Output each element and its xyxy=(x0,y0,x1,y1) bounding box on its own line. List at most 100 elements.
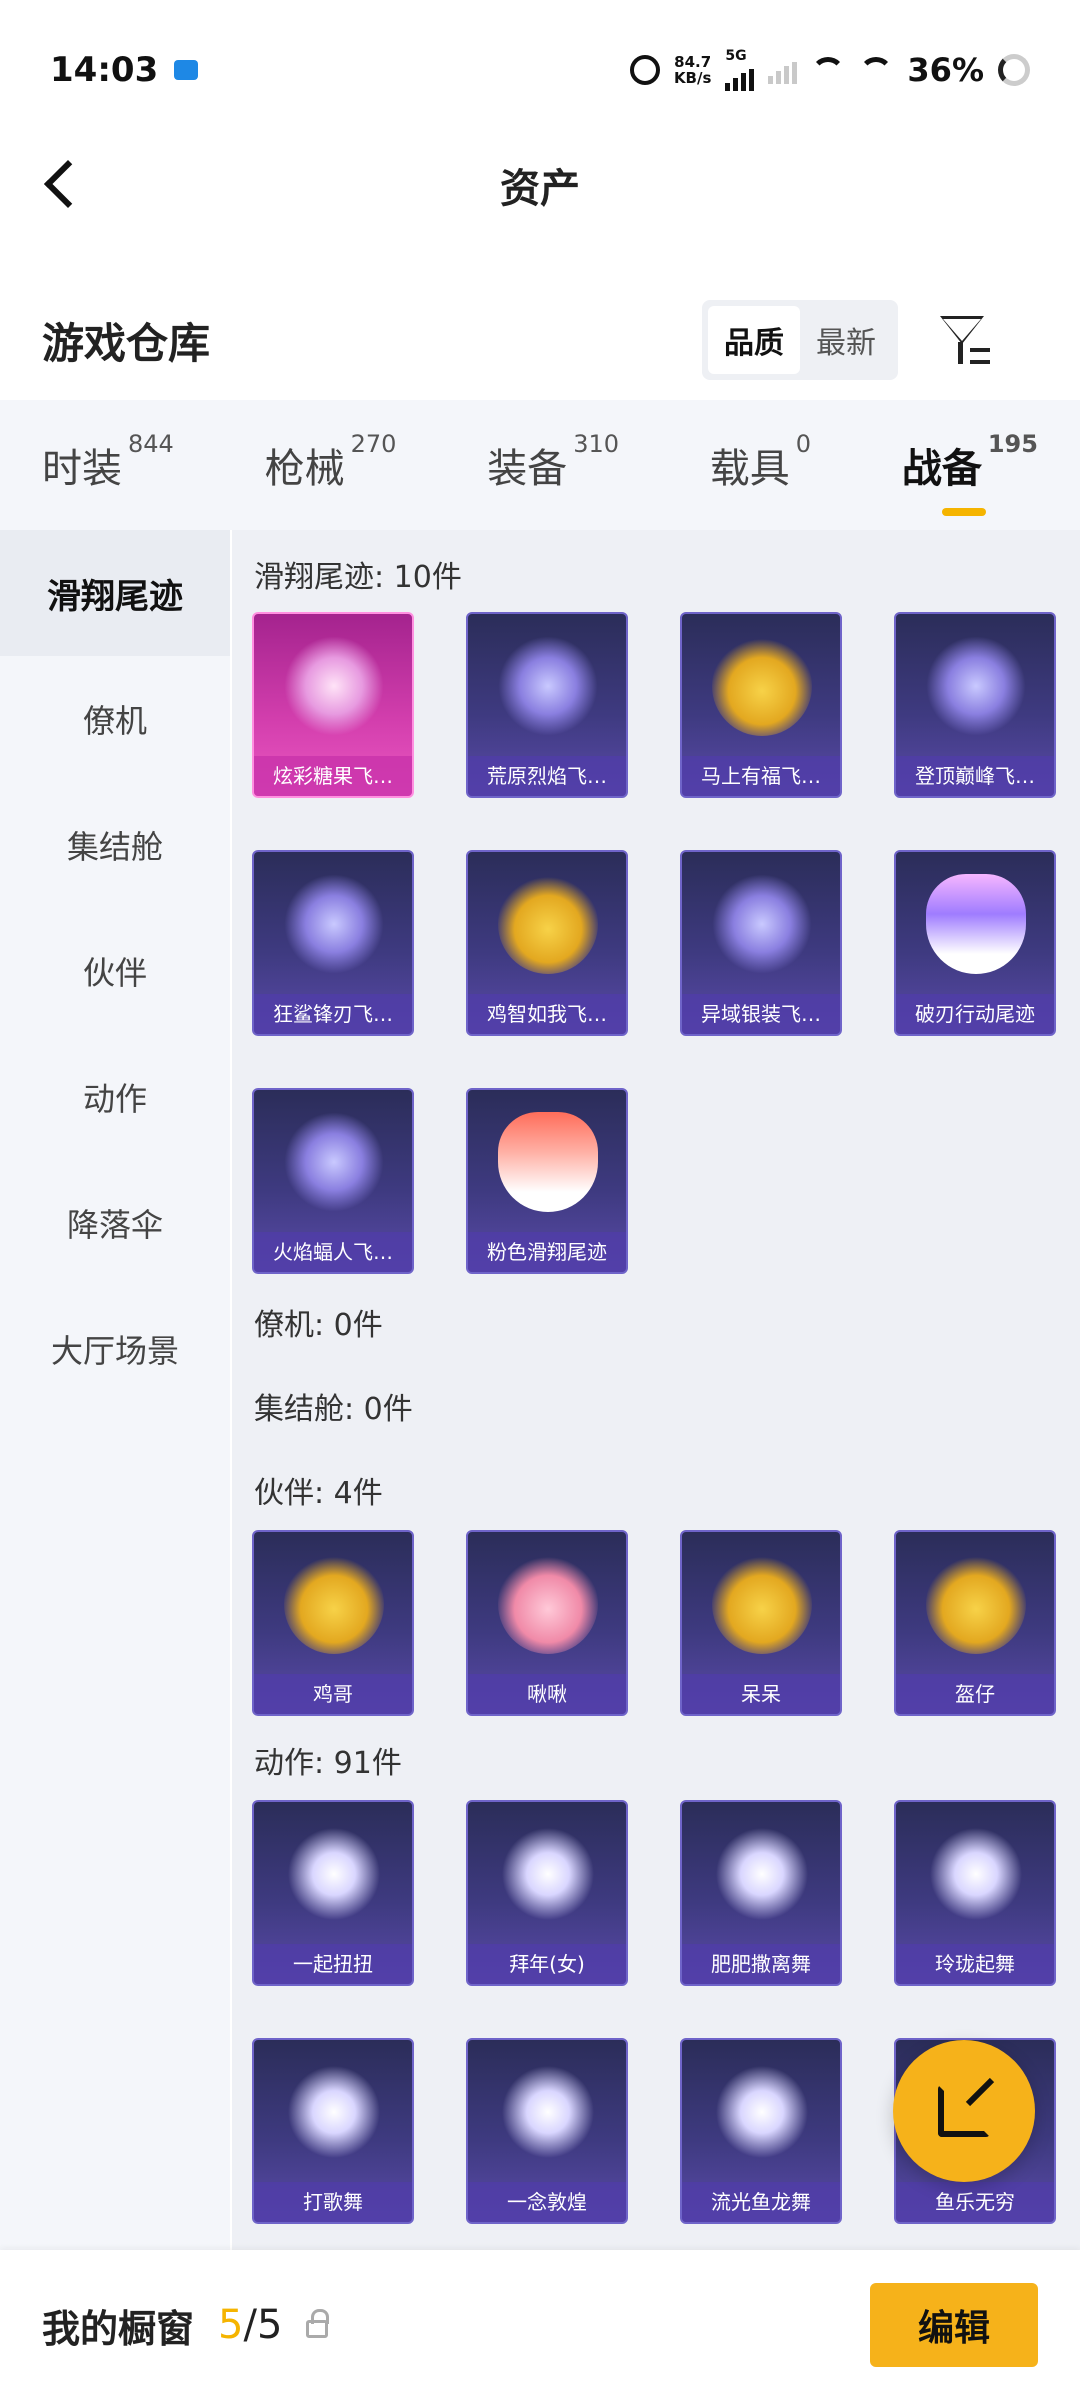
sidebar-item-glide-trail[interactable]: 滑翔尾迹 xyxy=(0,530,230,656)
showcase-total: /5 xyxy=(243,2302,283,2348)
item-label: 一念敦煌 xyxy=(468,2182,626,2222)
tab-label: 战备 xyxy=(901,446,982,492)
emote-art-icon xyxy=(284,2062,384,2162)
sidebar-item-rally-pod[interactable]: 集结舱 xyxy=(0,782,230,908)
item-card[interactable]: 鸡智如我飞… xyxy=(466,850,628,1036)
item-card[interactable]: 打歌舞 xyxy=(252,2038,414,2224)
item-card[interactable]: 呆呆 xyxy=(680,1530,842,1716)
item-label: 异域银装飞… xyxy=(682,994,840,1034)
item-card[interactable]: 荒原烈焰飞… xyxy=(466,612,628,798)
showcase-count: 5/5 xyxy=(218,2302,282,2348)
showcase-bar: 我的橱窗 5/5 编辑 xyxy=(0,2250,1080,2400)
item-label: 鱼乐无穷 xyxy=(896,2182,1054,2222)
signal-strength-secondary-icon xyxy=(768,56,798,84)
tab-label: 载具 xyxy=(709,446,790,492)
item-card[interactable]: 一念敦煌 xyxy=(466,2038,628,2224)
glide-trail-art-icon xyxy=(498,636,598,736)
item-grid-panel: 滑翔尾迹: 10件 炫彩糖果飞… 荒原烈焰飞… 马上有福飞… 登顶巅峰飞… 狂鲨… xyxy=(232,530,1080,2250)
item-card[interactable]: 异域银装飞… xyxy=(680,850,842,1036)
warehouse-title: 游戏仓库 xyxy=(42,318,211,368)
item-card[interactable]: 流光鱼龙舞 xyxy=(680,2038,842,2224)
item-label: 马上有福飞… xyxy=(682,756,840,796)
item-card[interactable]: 火焰蝠人飞… xyxy=(252,1088,414,1274)
filter-funnel-stem xyxy=(958,342,963,364)
sub-category-sidebar: 滑翔尾迹 僚机 集结舱 伙伴 动作 降落伞 大厅场景 xyxy=(0,530,230,2250)
showcase-current: 5 xyxy=(218,2302,244,2348)
item-label: 鸡智如我飞… xyxy=(468,994,626,1034)
network-speed-unit: KB/s xyxy=(673,69,712,87)
status-time: 14:03 xyxy=(50,50,159,90)
glide-trail-art-icon xyxy=(284,1112,384,1212)
item-label: 火焰蝠人飞… xyxy=(254,1232,412,1272)
showcase-label: 我的橱窗 xyxy=(42,2306,195,2351)
battery-ring-icon xyxy=(998,54,1030,86)
item-card[interactable]: 破刃行动尾迹 xyxy=(894,850,1056,1036)
item-card[interactable]: 狂鲨锋刃飞… xyxy=(252,850,414,1036)
glide-trail-art-icon xyxy=(712,874,812,974)
emote-art-icon xyxy=(498,1824,598,1924)
wifi-icon xyxy=(811,57,846,83)
item-card[interactable]: 马上有福飞… xyxy=(680,612,842,798)
warehouse-header: 游戏仓库 品质 最新 xyxy=(0,290,1080,390)
filter-button[interactable] xyxy=(938,310,998,370)
item-card[interactable]: 盔仔 xyxy=(894,1530,1056,1716)
tab-count: 0 xyxy=(795,430,812,458)
tab-fashion[interactable]: 时装 844 xyxy=(42,430,174,494)
item-card[interactable]: 肥肥撒离舞 xyxy=(680,1800,842,1986)
item-card[interactable]: 登顶巅峰飞… xyxy=(894,612,1056,798)
edit-button[interactable]: 编辑 xyxy=(870,2283,1038,2367)
item-card[interactable]: 鸡哥 xyxy=(252,1530,414,1716)
tab-equipment[interactable]: 装备 310 xyxy=(487,430,619,494)
emote-art-icon xyxy=(284,1824,384,1924)
emote-art-icon xyxy=(712,2062,812,2162)
signal-strength-icon xyxy=(725,63,755,91)
sidebar-item-emote[interactable]: 动作 xyxy=(0,1034,230,1160)
item-label: 啾啾 xyxy=(468,1674,626,1714)
back-button[interactable] xyxy=(30,154,93,214)
item-card[interactable]: 拜年(女) xyxy=(466,1800,628,1986)
tab-count: 195 xyxy=(987,430,1038,458)
tab-battle-prep[interactable]: 战备 195 xyxy=(901,430,1038,516)
glide-trail-art-icon xyxy=(498,874,598,974)
item-label: 打歌舞 xyxy=(254,2182,412,2222)
item-label: 狂鲨锋刃飞… xyxy=(254,994,412,1034)
sidebar-item-parachute[interactable]: 降落伞 xyxy=(0,1160,230,1286)
section-title-wingman: 僚机: 0件 xyxy=(254,1308,383,1343)
page-title: 资产 xyxy=(500,166,580,212)
item-card[interactable]: 啾啾 xyxy=(466,1530,628,1716)
category-tabs: 时装 844 枪械 270 装备 310 载具 0 战备 195 xyxy=(0,400,1080,530)
sidebar-item-partner[interactable]: 伙伴 xyxy=(0,908,230,1034)
tab-count: 270 xyxy=(350,430,397,458)
sidebar-item-wingman[interactable]: 僚机 xyxy=(0,656,230,782)
section-title-rally-pod: 集结舱: 0件 xyxy=(254,1392,413,1427)
section-title-partner: 伙伴: 4件 xyxy=(254,1476,383,1511)
sort-newest-option[interactable]: 最新 xyxy=(800,306,892,374)
item-label: 破刃行动尾迹 xyxy=(896,994,1054,1034)
partner-art-icon xyxy=(712,1554,812,1654)
status-bar: 14:03 84.7 KB/s 5G 36% xyxy=(0,0,1080,140)
battery-percentage: 36% xyxy=(907,51,984,89)
item-label: 登顶巅峰飞… xyxy=(896,756,1054,796)
tab-guns[interactable]: 枪械 270 xyxy=(264,430,397,494)
chevron-left-icon xyxy=(43,159,93,209)
section-title-emote: 动作: 91件 xyxy=(254,1746,402,1781)
sort-quality-option[interactable]: 品质 xyxy=(708,306,800,374)
tab-label: 装备 xyxy=(487,446,568,492)
filter-lines-icon xyxy=(970,348,990,364)
emote-art-icon xyxy=(712,1824,812,1924)
item-card[interactable]: 粉色滑翔尾迹 xyxy=(466,1088,628,1274)
tab-vehicles[interactable]: 载具 0 xyxy=(709,430,811,494)
sidebar-item-lobby-scene[interactable]: 大厅场景 xyxy=(0,1286,230,1412)
tab-count: 310 xyxy=(573,430,619,458)
share-icon xyxy=(938,2085,990,2137)
item-card[interactable]: 玲珑起舞 xyxy=(894,1800,1056,1986)
sort-toggle: 品质 最新 xyxy=(702,300,898,380)
item-card[interactable]: 一起扭扭 xyxy=(252,1800,414,1986)
tab-label: 枪械 xyxy=(264,446,345,492)
item-label: 呆呆 xyxy=(682,1674,840,1714)
share-button[interactable] xyxy=(893,2040,1035,2182)
glide-trail-art-icon xyxy=(498,1112,598,1212)
item-card[interactable]: 炫彩糖果飞… xyxy=(252,612,414,798)
partner-art-icon xyxy=(498,1554,598,1654)
item-label: 盔仔 xyxy=(896,1674,1054,1714)
